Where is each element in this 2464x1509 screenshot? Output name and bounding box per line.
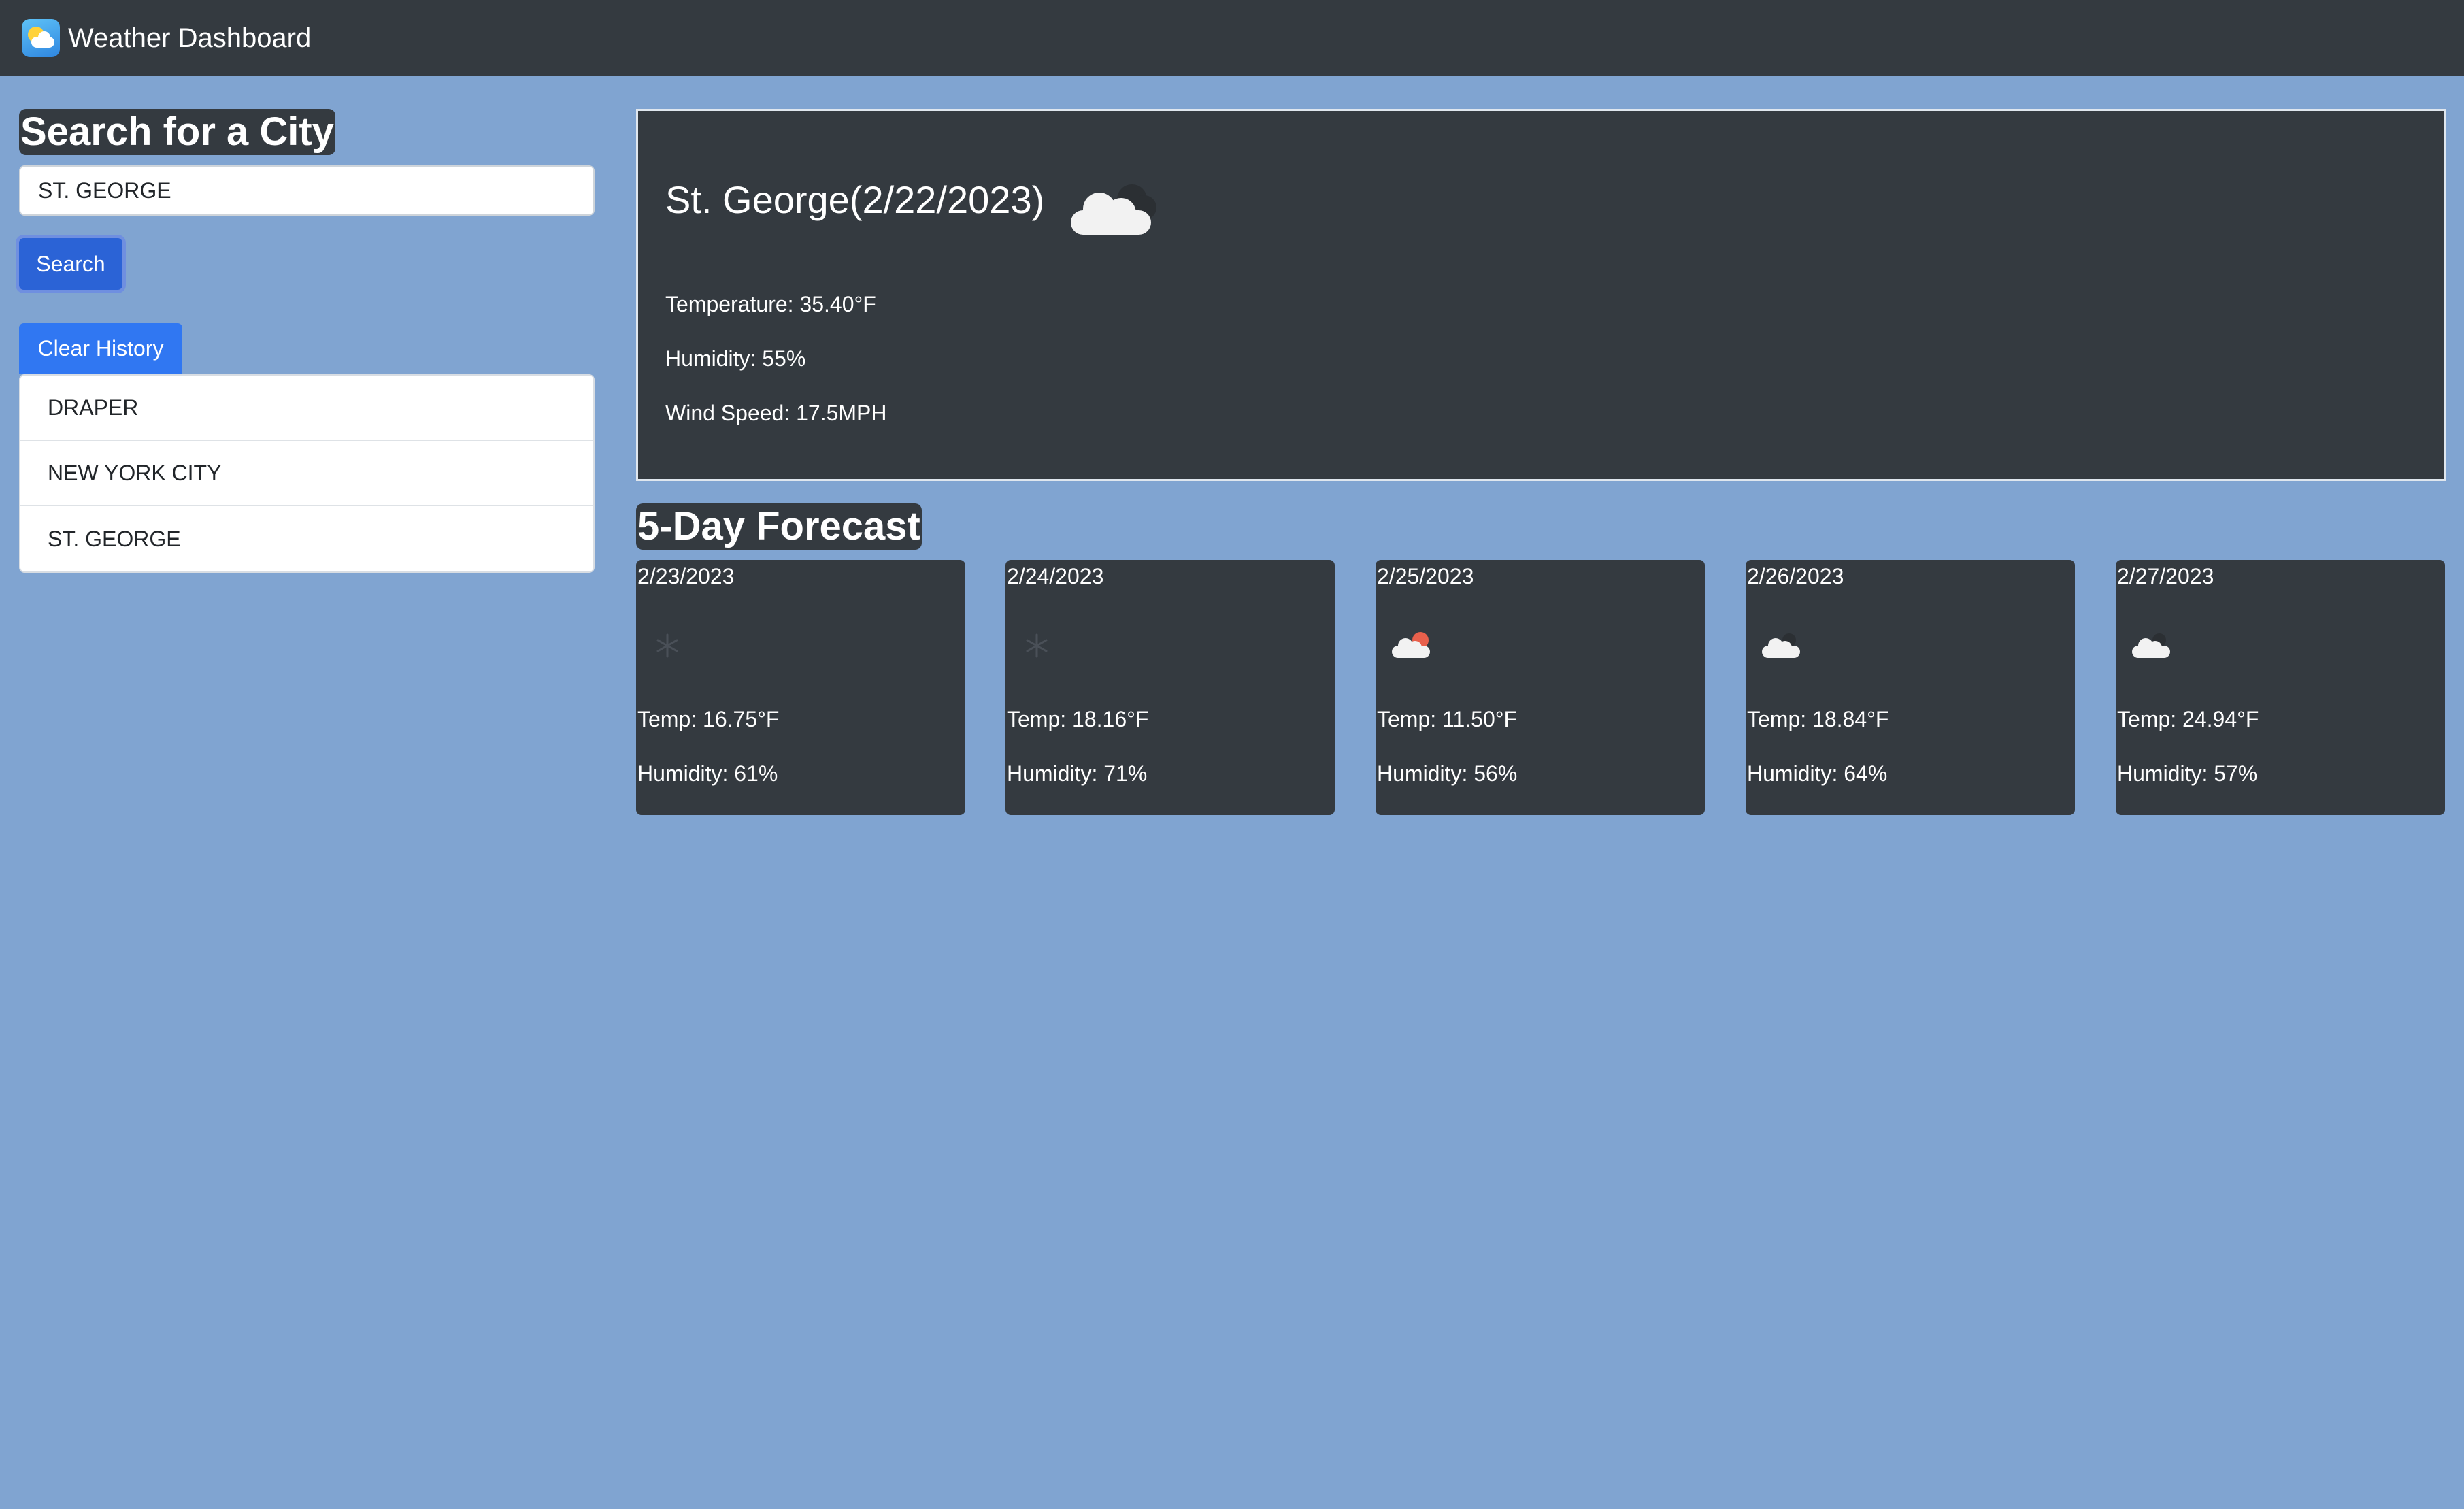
cloudy-icon: [2132, 633, 2170, 658]
forecast-temp: Temp: 18.16°F: [1007, 707, 1149, 731]
forecast-humidity: Humidity: 57%: [2117, 761, 2258, 786]
forecast-temp: Temp: 16.75°F: [637, 707, 780, 731]
current-humidity: Humidity: 55%: [665, 346, 806, 371]
history-item-draper[interactable]: DRAPER: [20, 376, 593, 441]
forecast-date: 2/26/2023: [1747, 564, 1844, 588]
search-button[interactable]: Search: [19, 238, 122, 290]
forecast-card: 2/25/2023 Temp: 11.50°F Humidity: 56%: [1376, 560, 1705, 815]
forecast-temp: Temp: 24.94°F: [2117, 707, 2259, 731]
forecast-card: 2/23/2023 Temp: 16.75°F Humidity: 61%: [636, 560, 965, 815]
partly-cloudy-icon: [1392, 632, 1430, 658]
snow-icon: [1026, 633, 1048, 658]
navbar: Weather Dashboard: [0, 0, 2464, 76]
city-search-input[interactable]: [19, 165, 595, 216]
forecast-heading: 5-Day Forecast: [636, 503, 922, 550]
search-history-list: DRAPER NEW YORK CITY ST. GEORGE: [19, 374, 595, 573]
forecast-humidity: Humidity: 71%: [1007, 761, 1148, 786]
forecast-card: 2/26/2023 Temp: 18.84°F Humidity: 64%: [1746, 560, 2075, 815]
current-temperature: Temperature: 35.40°F: [665, 292, 876, 316]
app-title: Weather Dashboard: [68, 23, 312, 53]
forecast-card: 2/27/2023 Temp: 24.94°F Humidity: 57%: [2116, 560, 2445, 815]
forecast-card: 2/24/2023 Temp: 18.16°F Humidity: 71%: [1005, 560, 1335, 815]
weather-app-icon: [22, 19, 60, 57]
search-heading: Search for a City: [19, 109, 335, 155]
forecast-humidity: Humidity: 56%: [1377, 761, 1518, 786]
forecast-date: 2/23/2023: [637, 564, 735, 588]
snow-icon: [656, 633, 678, 658]
forecast-date: 2/25/2023: [1377, 564, 1474, 588]
forecast-date: 2/24/2023: [1007, 564, 1104, 588]
forecast-temp: Temp: 11.50°F: [1377, 707, 1518, 731]
cloudy-icon: [1762, 633, 1800, 658]
forecast-heading-wrap: 5-Day Forecast: [636, 503, 922, 550]
sidebar: Search for a City: [19, 109, 595, 155]
forecast-humidity: Humidity: 61%: [637, 761, 778, 786]
clear-history-button[interactable]: Clear History: [19, 323, 182, 374]
current-city-title: St. George(2/22/2023): [665, 178, 1045, 221]
history-item-new-york-city[interactable]: NEW YORK CITY: [20, 441, 593, 506]
forecast-temp: Temp: 18.84°F: [1747, 707, 1889, 731]
current-wind-speed: Wind Speed: 17.5MPH: [665, 401, 887, 425]
forecast-humidity: Humidity: 64%: [1747, 761, 1888, 786]
history-item-st-george[interactable]: ST. GEORGE: [20, 506, 593, 571]
forecast-date: 2/27/2023: [2117, 564, 2214, 588]
current-weather-panel: St. George(2/22/2023) Temperature: 35.40…: [636, 109, 2446, 481]
cloudy-icon: [1071, 184, 1156, 235]
